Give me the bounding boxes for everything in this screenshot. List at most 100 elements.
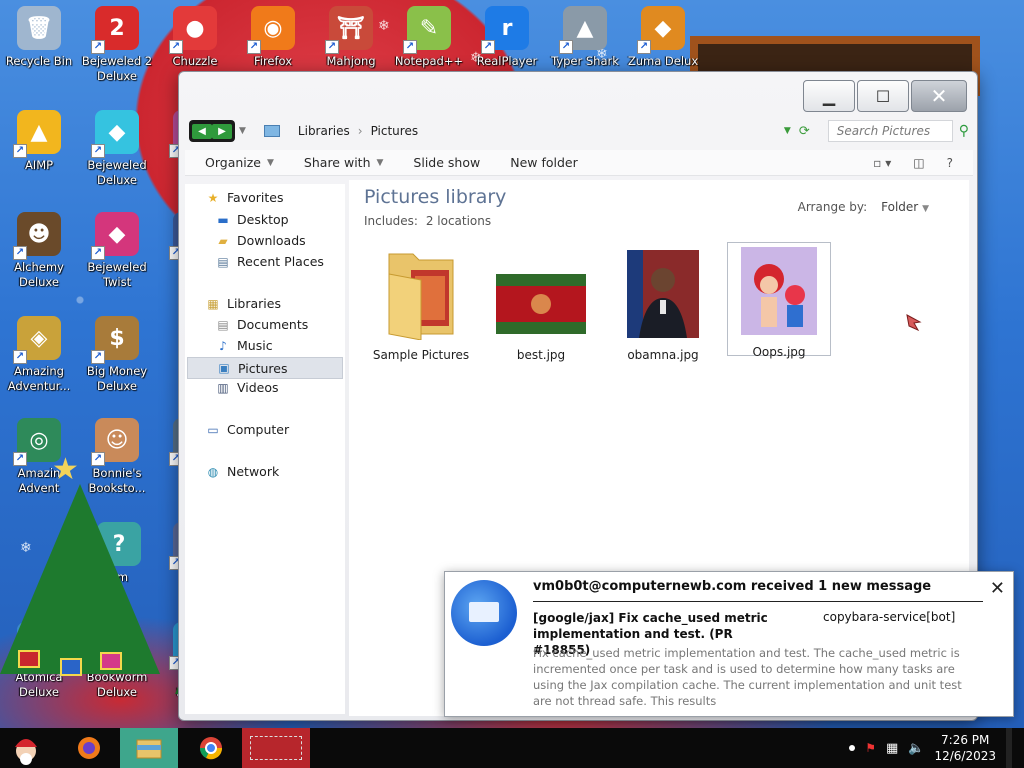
file-item-sample-pictures[interactable]: Sample Pictures [369, 244, 473, 362]
nav-network[interactable]: ◍ Network [205, 464, 279, 479]
image-thumbnail-christmas [496, 274, 586, 334]
shortcut-arrow-icon: ↗ [13, 144, 27, 158]
back-button[interactable]: ◀ [192, 123, 212, 139]
shortcut-arrow-icon: ↗ [91, 452, 105, 466]
file-item-obamna-jpg[interactable]: obamna.jpg [611, 244, 715, 362]
nav-downloads-label: Downloads [237, 233, 306, 248]
system-tray: ⚑ ▦ 🔈 7:26 PM 12/6/2023 [849, 728, 1012, 768]
recent-pages-chevron-icon[interactable]: ▼ [239, 126, 246, 136]
desktop-icon-big-money[interactable]: $ ↗ Big Money Deluxe [78, 316, 156, 394]
start-button[interactable] [0, 728, 52, 768]
change-view-icon[interactable]: ▫ ▾ [873, 156, 891, 170]
santa-start-icon [15, 739, 37, 765]
desktop-icon-chuzzle[interactable]: ● ↗ Chuzzle [156, 6, 234, 69]
nav-computer[interactable]: ▭ Computer [205, 422, 289, 437]
mahjong-icon: ⛩ ↗ [325, 6, 373, 54]
desktop-icon-firefox[interactable]: ◉ ↗ Firefox [234, 6, 312, 69]
taskbar-app-red[interactable] [242, 728, 310, 768]
desktop-icon-bejeweled-twist[interactable]: ◆ ↗ Bejeweled Twist [78, 212, 156, 290]
taskbar: ⚑ ▦ 🔈 7:26 PM 12/6/2023 [0, 728, 1024, 768]
help-icon[interactable]: ? [947, 156, 953, 170]
nav-favorites[interactable]: ★ Favorites [205, 190, 284, 205]
nav-recent-places-label: Recent Places [237, 254, 324, 269]
new-folder-button[interactable]: New folder [510, 155, 578, 170]
pictures-library-icon [263, 125, 280, 137]
nav-videos[interactable]: ▥ Videos [215, 380, 278, 395]
breadcrumb-libraries[interactable]: Libraries [298, 124, 350, 138]
shortcut-arrow-icon: ↗ [325, 40, 339, 54]
nav-desktop[interactable]: ▬ Desktop [215, 212, 288, 227]
chevron-down-icon: ▼ [922, 204, 929, 214]
shortcut-arrow-icon: ↗ [403, 40, 417, 54]
desktop-icon-notepadpp[interactable]: ✎ ↗ Notepad++ [390, 6, 468, 69]
maximize-button[interactable]: ☐ [857, 80, 909, 112]
big-money-icon: $ ↗ [91, 316, 139, 364]
videos-icon: ▥ [217, 380, 229, 395]
taskbar-explorer[interactable] [120, 728, 178, 768]
share-with-label: Share with [303, 155, 371, 170]
breadcrumb-pictures[interactable]: Pictures [371, 124, 419, 138]
action-center-flag-icon[interactable]: ⚑ [865, 741, 876, 755]
arrange-by-label: Arrange by: [797, 200, 868, 214]
nav-documents[interactable]: ▤ Documents [215, 317, 308, 332]
taskbar-firefox[interactable] [60, 728, 118, 768]
notification-close-button[interactable]: ✕ [990, 578, 1005, 599]
tray-dot-icon[interactable] [849, 745, 856, 751]
includes-locations-link[interactable]: 2 locations [426, 214, 491, 228]
search-icon[interactable]: ⚲ [959, 123, 969, 139]
desktop-icon-label: Typer Shark [551, 54, 619, 68]
desktop-icon-amazing-adventures[interactable]: ◈ ↗ Amazing Adventur... [0, 316, 78, 394]
desktop-icon-bejeweled[interactable]: ◆ ↗ Bejeweled Deluxe [78, 110, 156, 188]
share-with-button[interactable]: Share with ▼ [304, 155, 384, 170]
nav-music[interactable]: ♪ Music [215, 338, 272, 353]
shortcut-arrow-icon: ↗ [91, 144, 105, 158]
organize-button[interactable]: Organize ▼ [205, 155, 274, 170]
file-item-oops-jpg[interactable]: Oops.jpg [727, 242, 831, 359]
nav-downloads[interactable]: ▰ Downloads [215, 233, 306, 248]
desktop-icon-mahjong[interactable]: ⛩ ↗ Mahjong [312, 6, 390, 69]
view-controls: ▫ ▾ ◫ ? [873, 156, 953, 170]
forward-button[interactable]: ▶ [212, 123, 232, 139]
nav-libraries[interactable]: ▦ Libraries [205, 296, 281, 311]
desktop-icon-realplayer[interactable]: r ↗ RealPlayer [468, 6, 546, 69]
nav-pictures[interactable]: ▣ Pictures [187, 357, 343, 379]
network-tray-icon[interactable]: ▦ [886, 741, 898, 756]
desktop-icon-alchemy[interactable]: ☻ ↗ Alchemy Deluxe [0, 212, 78, 290]
bonnies-bookstore-icon: ☺ ↗ [91, 418, 139, 466]
arrange-by-value: Folder [881, 200, 919, 214]
address-dropdown-icon[interactable]: ▼ [784, 126, 791, 136]
address-bar[interactable]: Libraries › Pictures [263, 119, 684, 143]
show-desktop-button[interactable] [1006, 728, 1012, 768]
nav-libraries-label: Libraries [227, 296, 281, 311]
breadcrumb-separator-icon[interactable]: › [358, 124, 363, 138]
desktop-icon-typer-shark[interactable]: ▲ ↗ Typer Shark [546, 6, 624, 69]
navigation-pane: ★ Favorites ▬ Desktop ▰ Downloads ▤ Rece… [185, 184, 345, 714]
slide-show-button[interactable]: Slide show [413, 155, 480, 170]
minimize-button[interactable]: ▁ [803, 80, 855, 112]
arrange-by-dropdown[interactable]: Folder ▼ [881, 200, 929, 214]
file-item-best-jpg[interactable]: best.jpg [489, 244, 593, 362]
desktop-icon-recycle-bin[interactable]: 🗑 Recycle Bin [0, 6, 78, 69]
recent-places-icon: ▤ [217, 254, 229, 269]
nav-recent-places[interactable]: ▤ Recent Places [215, 254, 324, 269]
desktop-icon-aimp[interactable]: ▲ ↗ AIMP [0, 110, 78, 173]
downloads-folder-icon: ▰ [218, 233, 228, 248]
clock[interactable]: 7:26 PM 12/6/2023 [934, 732, 996, 764]
refresh-icon[interactable]: ⟳ [799, 124, 810, 139]
nav-documents-label: Documents [237, 317, 309, 332]
shortcut-arrow-icon: ↗ [13, 350, 27, 364]
search-input[interactable]: Search Pictures [827, 120, 953, 142]
image-thumbnail-portrait [627, 250, 699, 338]
preview-pane-icon[interactable]: ◫ [913, 156, 924, 170]
shortcut-arrow-icon: ↗ [91, 246, 105, 260]
close-button[interactable]: ✕ [911, 80, 967, 112]
library-title: Pictures library [364, 186, 507, 208]
volume-icon[interactable]: 🔈 [908, 741, 924, 756]
taskbar-chrome[interactable] [182, 728, 240, 768]
organize-label: Organize [205, 155, 261, 170]
new-mail-notification[interactable]: vm0b0t@computernewb.com received 1 new m… [444, 571, 1014, 717]
desktop-icon-zuma[interactable]: ◆ ↗ Zuma Delux [624, 6, 702, 69]
notepadpp-icon: ✎ ↗ [403, 6, 451, 54]
aimp-icon: ▲ ↗ [13, 110, 61, 158]
desktop-icon-bejeweled-2[interactable]: 2 ↗ Bejeweled 2 Deluxe [78, 6, 156, 84]
